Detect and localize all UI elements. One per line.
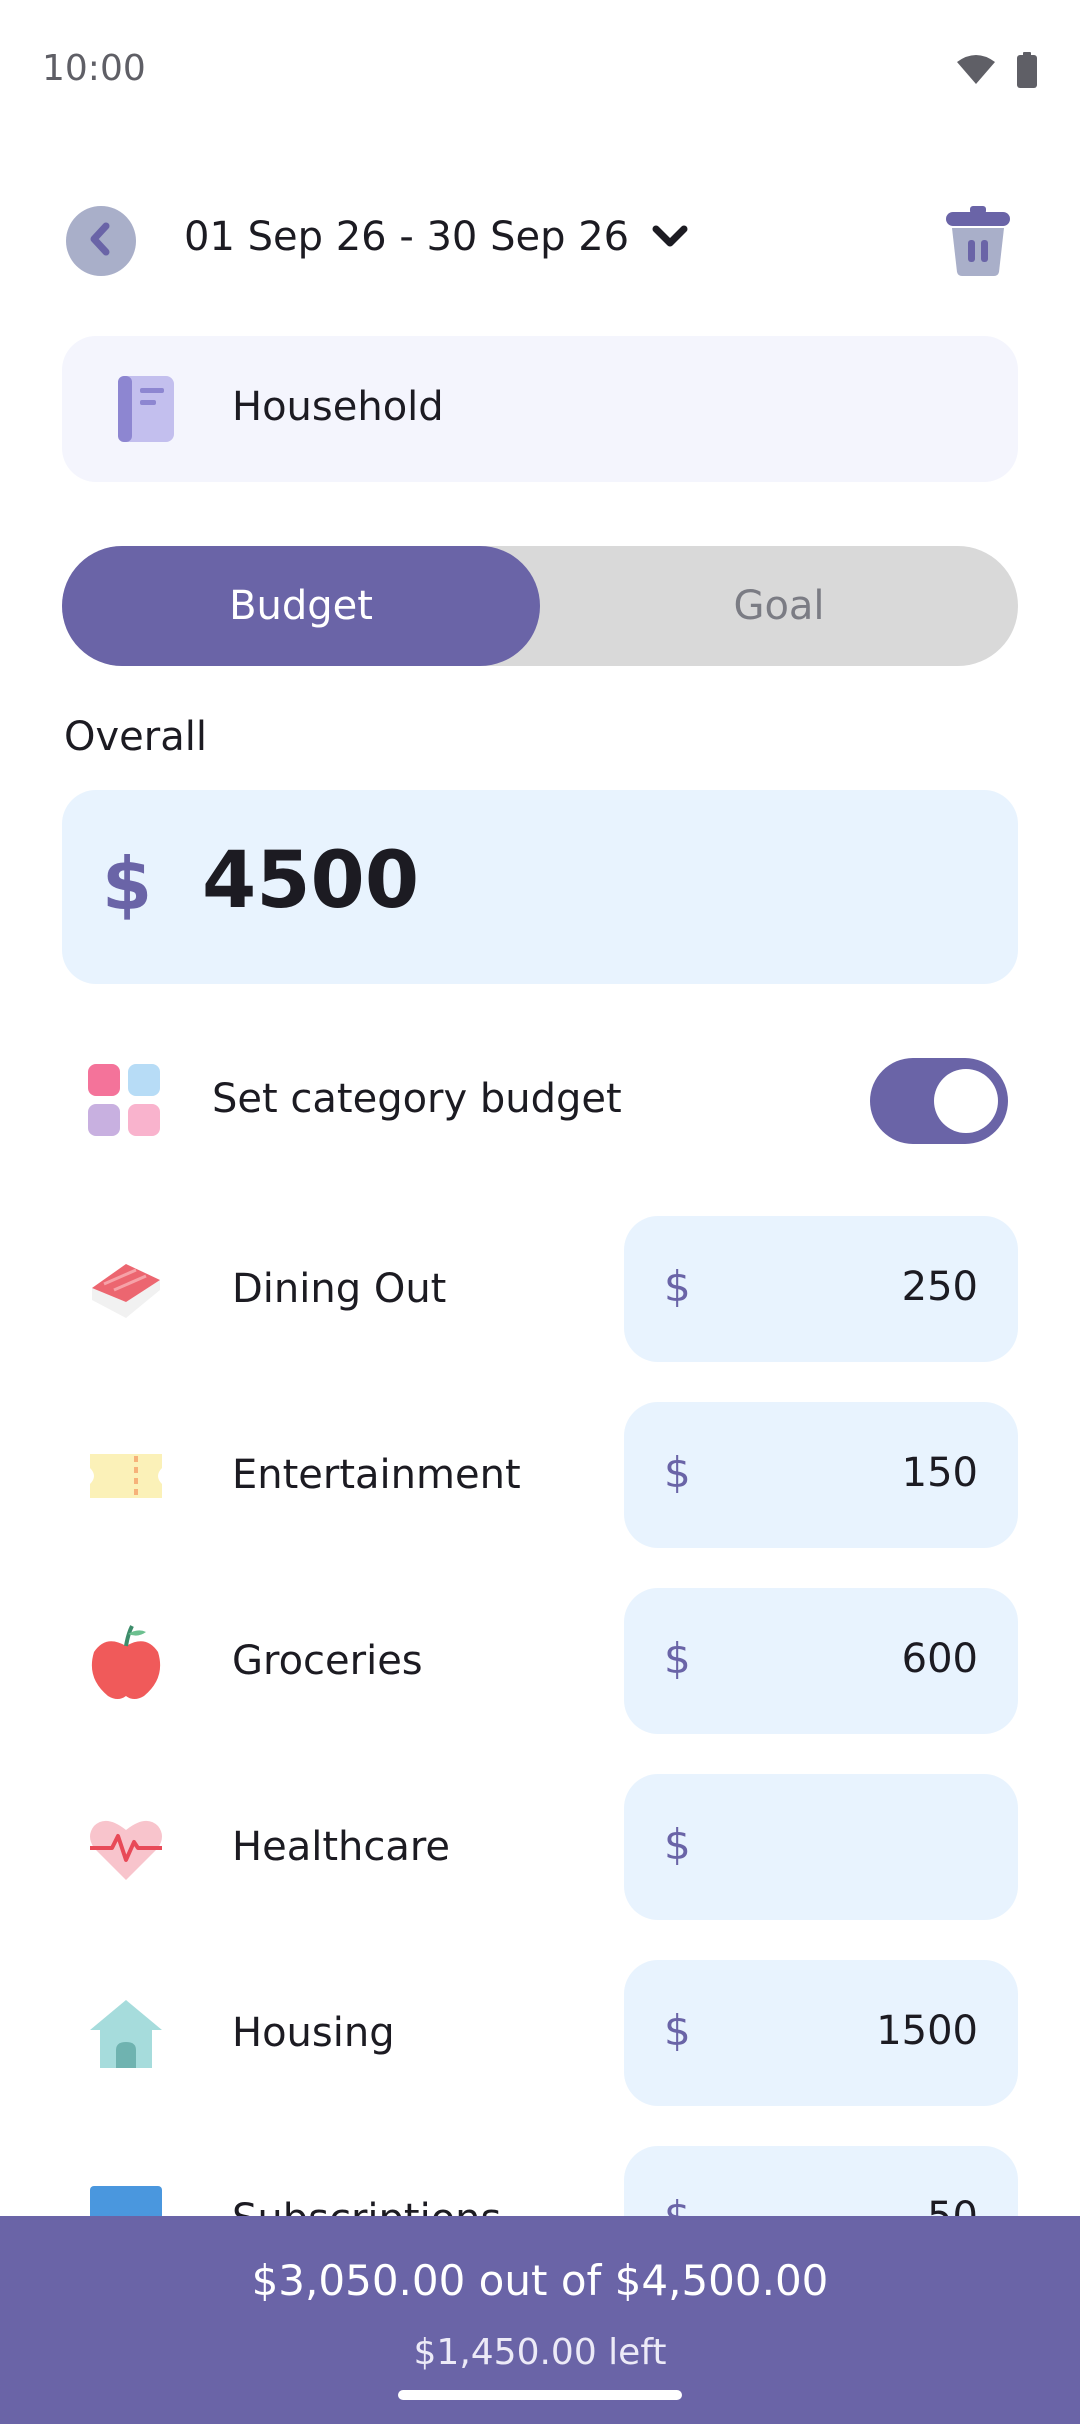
budget-goal-tabs: Budget Goal bbox=[62, 546, 1018, 666]
category-budget-input[interactable]: $ bbox=[624, 1774, 1018, 1920]
date-range-selector[interactable]: 01 Sep 26 - 30 Sep 26 bbox=[184, 214, 689, 260]
status-icons bbox=[956, 52, 1038, 92]
status-bar: 10:00 bbox=[0, 0, 1080, 140]
header: 01 Sep 26 - 30 Sep 26 bbox=[0, 190, 1080, 290]
overall-label: Overall bbox=[64, 714, 207, 760]
heartbeat-icon bbox=[86, 1808, 166, 1888]
summary-left-text: $1,450.00 left bbox=[413, 2332, 667, 2373]
category-name: Groceries bbox=[232, 1638, 423, 1684]
book-icon bbox=[116, 374, 176, 448]
currency-symbol: $ bbox=[664, 1634, 691, 1683]
category-name: Healthcare bbox=[232, 1824, 451, 1870]
category-budget-input[interactable]: $ 1500 bbox=[624, 1960, 1018, 2106]
ticket-icon bbox=[86, 1436, 166, 1516]
status-time: 10:00 bbox=[42, 48, 146, 89]
category-budget-input[interactable]: $ 600 bbox=[624, 1588, 1018, 1734]
book-selector[interactable]: Household bbox=[62, 336, 1018, 482]
currency-symbol: $ bbox=[664, 1820, 691, 1869]
category-name: Entertainment bbox=[232, 1452, 521, 1498]
home-indicator[interactable] bbox=[398, 2390, 682, 2400]
category-name: Housing bbox=[232, 2010, 395, 2056]
wifi-icon bbox=[956, 54, 996, 90]
overall-budget-input[interactable]: $ 4500 bbox=[62, 790, 1018, 984]
tab-goal[interactable]: Goal bbox=[540, 546, 1018, 666]
tab-budget[interactable]: Budget bbox=[62, 546, 540, 666]
sushi-icon bbox=[86, 1250, 166, 1330]
currency-symbol: $ bbox=[664, 1448, 691, 1497]
budget-summary-bar: $3,050.00 out of $4,500.00 $1,450.00 lef… bbox=[0, 2216, 1080, 2424]
category-budget-value: 600 bbox=[901, 1636, 978, 1682]
category-name: Dining Out bbox=[232, 1266, 447, 1312]
category-budget-row: Set category budget bbox=[0, 1050, 1080, 1150]
summary-spent-text: $3,050.00 out of $4,500.00 bbox=[251, 2256, 829, 2305]
delete-button[interactable] bbox=[944, 204, 1012, 276]
house-icon bbox=[86, 1994, 166, 2074]
chevron-down-icon bbox=[651, 214, 689, 260]
overall-budget-value: 4500 bbox=[202, 836, 420, 926]
currency-symbol: $ bbox=[664, 1262, 691, 1311]
battery-icon bbox=[1016, 52, 1038, 92]
category-row: Housing $ 1500 bbox=[0, 1960, 1080, 2106]
apple-icon bbox=[86, 1622, 166, 1702]
category-row: Entertainment $ 150 bbox=[0, 1402, 1080, 1548]
book-name: Household bbox=[232, 384, 444, 430]
category-budget-value: 250 bbox=[901, 1264, 978, 1310]
category-budget-input[interactable]: $ 150 bbox=[624, 1402, 1018, 1548]
back-button[interactable] bbox=[66, 206, 136, 276]
currency-symbol: $ bbox=[664, 2006, 691, 2055]
category-budget-label: Set category budget bbox=[212, 1076, 622, 1122]
category-budget-toggle[interactable] bbox=[870, 1058, 1008, 1144]
toggle-knob bbox=[934, 1069, 998, 1133]
category-budget-value: 150 bbox=[901, 1450, 978, 1496]
back-icon bbox=[86, 222, 116, 260]
category-budget-input[interactable]: $ 250 bbox=[624, 1216, 1018, 1362]
currency-symbol: $ bbox=[102, 842, 153, 926]
date-range-label: 01 Sep 26 - 30 Sep 26 bbox=[184, 214, 630, 260]
category-row: Healthcare $ bbox=[0, 1774, 1080, 1920]
category-budget-value: 1500 bbox=[876, 2008, 978, 2054]
category-row: Dining Out $ 250 bbox=[0, 1216, 1080, 1362]
category-grid-icon bbox=[88, 1064, 164, 1140]
trash-icon bbox=[944, 206, 1012, 280]
category-row: Groceries $ 600 bbox=[0, 1588, 1080, 1734]
